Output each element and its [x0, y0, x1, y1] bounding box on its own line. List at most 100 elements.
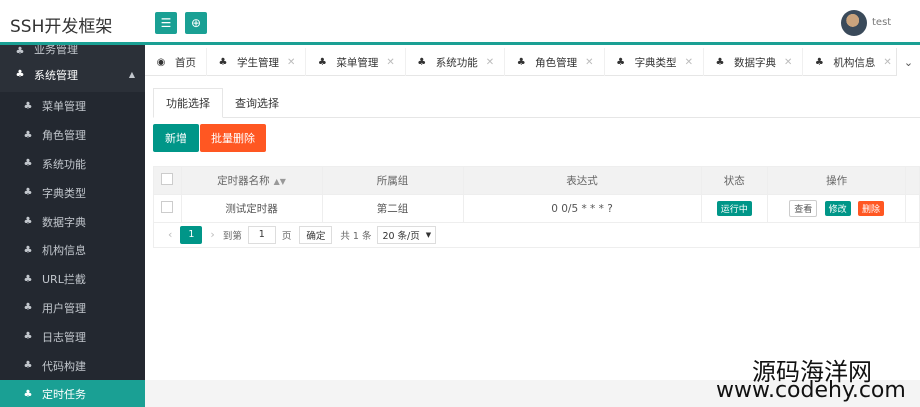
avatar[interactable]: [841, 10, 867, 36]
close-icon[interactable]: ✕: [386, 57, 394, 68]
cubes-icon: ♣: [616, 56, 626, 68]
tab-role[interactable]: ♣ 角色管理 ✕: [505, 48, 605, 76]
cell-group: 第二组: [321, 194, 464, 223]
sidebar-item-dict-data[interactable]: ♣ 数据字典: [0, 207, 145, 236]
sidebar-group-business[interactable]: ♣ 业务管理: [0, 45, 145, 57]
tab-function[interactable]: ♣ 系统功能 ✕: [406, 48, 506, 76]
sidebar-item-user[interactable]: ♣ 用户管理: [0, 293, 145, 323]
select-all-cell[interactable]: [153, 166, 182, 195]
tab-home[interactable]: ◉ 首页: [145, 48, 207, 76]
page-size-value: 20 条/页: [382, 230, 420, 242]
username[interactable]: test: [872, 17, 891, 28]
top-header: SSH开发框架 ☰ ⊕ test: [0, 0, 920, 45]
sidebar-item-menu[interactable]: ♣ 菜单管理: [0, 92, 145, 121]
cubes-icon: ♣: [317, 56, 327, 68]
sidebar-item-label: 定时任务: [42, 388, 86, 402]
cubes-icon: ♣: [715, 56, 725, 68]
sidebar-item-log[interactable]: ♣ 日志管理: [0, 322, 145, 352]
tab-dict-type[interactable]: ♣ 字典类型 ✕: [605, 48, 704, 76]
column-header-expression: 表达式: [462, 166, 702, 195]
refresh-button[interactable]: ⊕: [185, 12, 207, 34]
cubes-icon: ♣: [15, 46, 25, 57]
tab-label: 字典类型: [634, 56, 677, 69]
sidebar: ♣ 业务管理 ♣ 系统管理 ▲ ♣ 菜单管理 ♣ 角色管理 ♣ 系统功能 ♣ 字典类型 …: [0, 45, 145, 407]
total-count: 共 1 条: [340, 230, 372, 242]
close-icon[interactable]: ✕: [685, 57, 693, 68]
row-checkbox[interactable]: [161, 201, 174, 213]
select-all-checkbox[interactable]: [161, 173, 174, 185]
sidebar-item-codegen[interactable]: ♣ 代码构建: [0, 351, 145, 380]
subtab-query[interactable]: 查询选择: [223, 88, 291, 118]
sidebar-item-label: 字典类型: [42, 186, 86, 200]
tab-student[interactable]: ♣ 学生管理 ✕: [207, 48, 307, 76]
sidebar-item-url[interactable]: ♣ URL拦截: [0, 264, 145, 294]
sidebar-item-label: 菜单管理: [42, 100, 86, 114]
column-header-filler: [905, 166, 920, 195]
column-header-name[interactable]: 定时器名称 ▲▼: [180, 166, 323, 195]
cubes-icon: ♣: [23, 302, 33, 314]
sidebar-item-label: 用户管理: [42, 301, 86, 315]
close-icon[interactable]: ✕: [486, 57, 494, 68]
sidebar-group-label: 业务管理: [34, 45, 78, 56]
column-header-actions: 操作: [766, 166, 907, 195]
close-icon[interactable]: ✕: [883, 57, 891, 68]
tab-label: 菜单管理: [336, 56, 379, 69]
tab-org[interactable]: ♣ 机构信息 ✕: [803, 48, 903, 76]
cubes-icon: ♣: [23, 100, 33, 112]
batch-delete-button[interactable]: 批量删除: [200, 124, 266, 152]
current-page[interactable]: 1: [180, 225, 203, 244]
row-select-cell[interactable]: [153, 194, 182, 223]
delete-button[interactable]: 删除: [858, 201, 885, 216]
cell-actions: 查看 修改 删除: [766, 194, 907, 223]
sidebar-item-org[interactable]: ♣ 机构信息: [0, 235, 145, 265]
cubes-icon: ♣: [23, 244, 33, 256]
sidebar-item-label: 机构信息: [42, 244, 86, 258]
cubes-icon: ♣: [23, 187, 33, 199]
cell-expression: 0 0/5 * * * ?: [462, 194, 702, 223]
table-header-row: 定时器名称 ▲▼ 所属组 表达式 状态 操作: [153, 166, 920, 195]
cubes-icon: ♣: [814, 56, 824, 68]
next-page-icon[interactable]: ›: [210, 228, 214, 241]
cell-name: 测试定时器: [180, 194, 323, 223]
refresh-icon: ⊕: [190, 16, 202, 30]
page-size-select[interactable]: 20 条/页 ▼: [377, 225, 437, 244]
cell-status: 运行中: [700, 194, 768, 223]
cubes-icon: ♣: [417, 56, 427, 68]
goto-confirm-button[interactable]: 确定: [299, 225, 333, 244]
pagination: ‹ 1 › 到第 1 页 确定 共 1 条 20 条/页 ▼: [153, 222, 920, 248]
cubes-icon: ♣: [23, 273, 33, 285]
tabs-more-button[interactable]: ⌄: [896, 48, 920, 76]
chevron-down-icon: ⌄: [903, 55, 914, 69]
goto-page-input[interactable]: 1: [247, 225, 276, 244]
dashboard-icon: ◉: [156, 56, 166, 68]
sidebar-item-function[interactable]: ♣ 系统功能: [0, 149, 145, 179]
menu-toggle-button[interactable]: ☰: [155, 12, 177, 34]
subtab-function[interactable]: 功能选择: [153, 88, 223, 118]
sidebar-item-dict-type[interactable]: ♣ 字典类型: [0, 178, 145, 208]
tab-label: 数据字典: [733, 56, 776, 69]
view-button[interactable]: 查看: [789, 200, 818, 217]
sidebar-group-system[interactable]: ♣ 系统管理 ▲: [0, 57, 145, 92]
sidebar-item-label: 日志管理: [42, 330, 86, 344]
tab-dict-data[interactable]: ♣ 数据字典 ✕: [704, 48, 804, 76]
cubes-icon: ♣: [218, 56, 228, 68]
close-icon[interactable]: ✕: [784, 57, 792, 68]
tab-bar: ◉ 首页 ♣ 学生管理 ✕ ♣ 菜单管理 ✕ ♣ 系统功能 ✕ ♣ 角色管理 ✕ ♣ 字典类型 ✕ ♣…: [145, 48, 920, 76]
sidebar-item-role[interactable]: ♣ 角色管理: [0, 120, 145, 150]
timer-table: 定时器名称 ▲▼ 所属组 表达式 状态 操作 测试定时器 第二组 0 0/5 * …: [153, 166, 920, 223]
close-icon[interactable]: ✕: [287, 57, 295, 68]
goto-label: 到第: [222, 230, 242, 242]
cubes-icon: ♣: [516, 56, 526, 68]
tab-label: 学生管理: [237, 56, 279, 69]
close-icon[interactable]: ✕: [585, 57, 593, 68]
sidebar-item-timer[interactable]: ♣ 定时任务: [0, 379, 145, 407]
cubes-icon: ♣: [23, 129, 33, 141]
prev-page-icon[interactable]: ‹: [168, 228, 172, 241]
sidebar-item-label: 代码构建: [42, 359, 86, 373]
sort-icon[interactable]: ▲▼: [274, 177, 286, 186]
add-button[interactable]: 新增: [153, 124, 199, 152]
edit-button[interactable]: 修改: [824, 201, 851, 216]
sidebar-item-label: 角色管理: [42, 129, 86, 143]
tab-menu[interactable]: ♣ 菜单管理 ✕: [306, 48, 406, 76]
cubes-icon: ♣: [23, 331, 33, 343]
